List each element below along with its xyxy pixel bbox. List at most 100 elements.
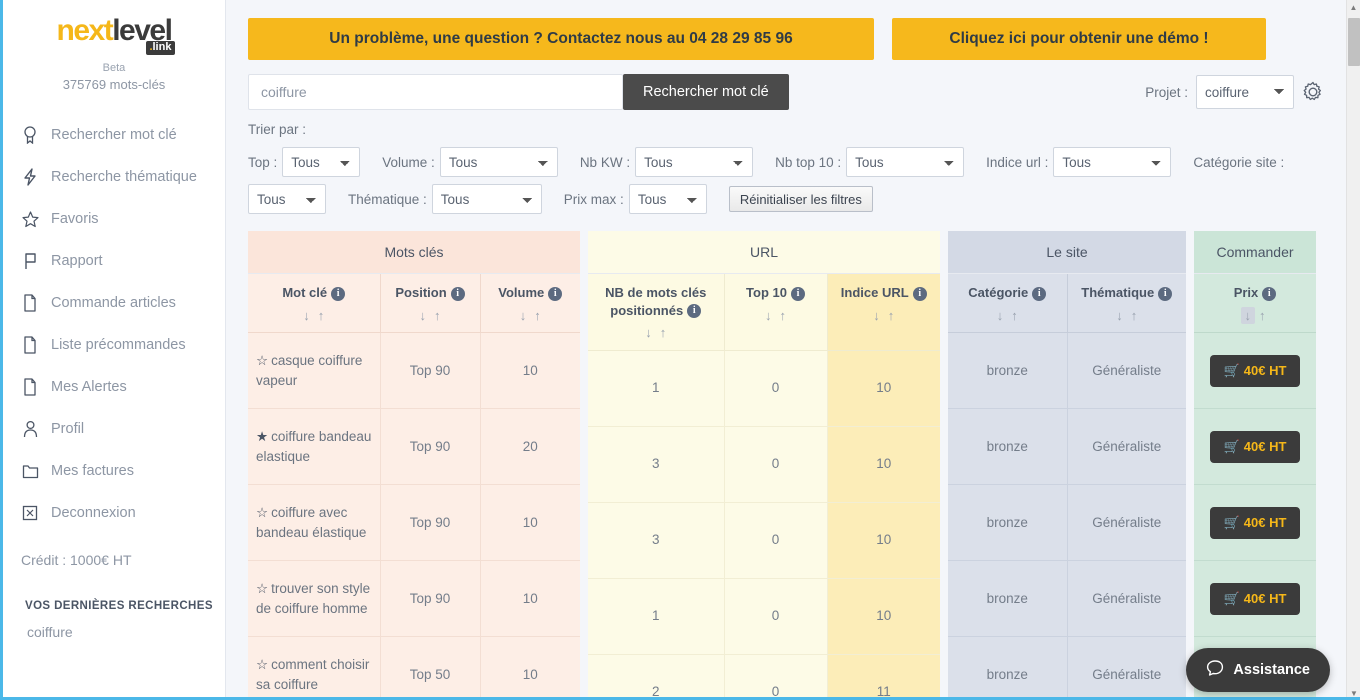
- col-mot-cle[interactable]: Mot clé i ↓ ↑: [248, 274, 381, 334]
- filter-thematique-select[interactable]: Tous: [431, 184, 542, 214]
- sort-asc[interactable]: ↑: [1007, 307, 1022, 324]
- order-button[interactable]: 🛒40€ HT: [1209, 506, 1301, 539]
- sort-asc[interactable]: ↑: [314, 307, 329, 324]
- sort-asc[interactable]: ↑: [1255, 307, 1270, 324]
- info-icon[interactable]: i: [687, 304, 702, 319]
- search-button[interactable]: Rechercher mot clé: [623, 74, 789, 110]
- table-row[interactable]: 1 0 10: [588, 350, 940, 427]
- page-scrollbar[interactable]: ▲ ▼: [1346, 0, 1360, 700]
- sidebar-item-liste-precommandes[interactable]: Liste précommandes: [3, 324, 225, 366]
- col-position[interactable]: Position i ↓ ↑: [380, 274, 481, 334]
- table-row[interactable]: 1 0 10: [588, 578, 940, 655]
- table-row[interactable]: ☆ comment choisir sa coiffure Top 50 10: [248, 636, 580, 700]
- sort-desc[interactable]: ↓: [761, 307, 776, 324]
- table-row[interactable]: 3 0 10: [588, 502, 940, 579]
- favorite-star-icon[interactable]: ☆: [256, 657, 268, 672]
- favorite-star-icon[interactable]: ☆: [256, 581, 268, 596]
- table-row[interactable]: 2 0 11: [588, 654, 940, 700]
- sort-asc[interactable]: ↑: [530, 307, 545, 324]
- table-row[interactable]: 3 0 10: [588, 426, 940, 503]
- sort-asc[interactable]: ↑: [884, 307, 899, 324]
- sort-asc[interactable]: ↑: [656, 324, 671, 341]
- filter-prixmax-select[interactable]: Tous: [628, 184, 707, 214]
- reset-filters-button[interactable]: Réinitialiser les filtres: [728, 186, 873, 212]
- favorite-star-icon[interactable]: ★: [256, 429, 268, 444]
- sort-asc[interactable]: ↑: [776, 307, 791, 324]
- col-top10[interactable]: Top 10 i ↓ ↑: [724, 274, 828, 351]
- info-icon[interactable]: i: [1158, 286, 1173, 301]
- sort-desc[interactable]: ↓: [993, 307, 1008, 324]
- sort-asc[interactable]: ↑: [430, 307, 445, 324]
- table-row[interactable]: ☆ trouver son style de coiffure homme Top …: [248, 560, 580, 638]
- sidebar-item-commande-articles[interactable]: Commande articles: [3, 282, 225, 324]
- table-row[interactable]: 🛒40€ HT: [1194, 408, 1316, 486]
- col-volume[interactable]: Volume i ↓ ↑: [480, 274, 580, 334]
- contact-banner[interactable]: Un problème, une question ? Contactez no…: [248, 18, 874, 60]
- info-icon[interactable]: i: [548, 286, 563, 301]
- table-row[interactable]: 🛒40€ HT: [1194, 332, 1316, 410]
- info-icon[interactable]: i: [912, 286, 927, 301]
- table-row[interactable]: 🛒40€ HT: [1194, 560, 1316, 638]
- table-row[interactable]: bronze Généraliste: [948, 560, 1186, 638]
- table-group-url: URL NB de mots clés positionnés i ↓ ↑ Top …: [588, 231, 940, 700]
- sidebar-item-deconnexion[interactable]: Deconnexion: [3, 492, 225, 534]
- recent-search-item[interactable]: coiffure: [3, 612, 225, 640]
- sort-desc[interactable]: ↓: [641, 324, 656, 341]
- col-prix[interactable]: Prix i ↓ ↑: [1194, 274, 1316, 334]
- filter-volume-select[interactable]: Tous: [439, 147, 558, 177]
- favorite-star-icon[interactable]: ☆: [256, 353, 268, 368]
- filter-categorie-site: Catégorie site :: [1193, 155, 1284, 170]
- table-row[interactable]: bronze Généraliste: [948, 484, 1186, 562]
- favorite-star-icon[interactable]: ☆: [256, 505, 268, 520]
- table-row[interactable]: ☆ coiffure avec bandeau élastique Top 90 10: [248, 484, 580, 562]
- search-input[interactable]: [248, 74, 623, 110]
- sidebar-item-rechercher-mot-cle[interactable]: Rechercher mot clé: [3, 114, 225, 156]
- sort-desc[interactable]: ↓: [299, 307, 314, 324]
- sidebar-item-recherche-thematique[interactable]: Recherche thématique: [3, 156, 225, 198]
- demo-banner[interactable]: Cliquez ici pour obtenir une démo !: [892, 18, 1266, 60]
- info-icon[interactable]: i: [1262, 286, 1277, 301]
- col-categorie[interactable]: Catégorie i ↓ ↑: [948, 274, 1068, 334]
- filter-top-select[interactable]: Tous: [282, 147, 361, 177]
- sort-desc[interactable]: ↓: [1112, 307, 1127, 324]
- table-row[interactable]: 🛒40€ HT: [1194, 484, 1316, 562]
- sidebar-item-mes-alertes[interactable]: Mes Alertes: [3, 366, 225, 408]
- sidebar-item-rapport[interactable]: Rapport: [3, 240, 225, 282]
- scroll-up-arrow[interactable]: ▲: [1347, 0, 1360, 14]
- sort-desc[interactable]: ↓: [1240, 306, 1255, 324]
- filter-indiceurl-select[interactable]: Tous: [1053, 147, 1172, 177]
- sidebar-item-mes-factures[interactable]: Mes factures: [3, 450, 225, 492]
- table-row[interactable]: bronze Généraliste: [948, 332, 1186, 410]
- table-row[interactable]: bronze Généraliste: [948, 408, 1186, 486]
- filter-nbkw-select[interactable]: Tous: [635, 147, 754, 177]
- info-icon[interactable]: i: [450, 286, 465, 301]
- info-icon[interactable]: i: [1032, 286, 1047, 301]
- sort-desc[interactable]: ↓: [516, 307, 531, 324]
- info-icon[interactable]: i: [331, 286, 346, 301]
- table-row[interactable]: ☆ casque coiffure vapeur Top 90 10: [248, 332, 580, 410]
- project-select[interactable]: coiffure: [1196, 75, 1294, 109]
- table-row[interactable]: bronze Généraliste: [948, 636, 1186, 700]
- info-icon[interactable]: i: [790, 286, 805, 301]
- scrollbar-thumb[interactable]: [1348, 18, 1360, 66]
- sidebar-item-label: Profil: [51, 421, 85, 437]
- filter-nbtop10-select[interactable]: Tous: [846, 147, 965, 177]
- recent-searches-title: VOS DERNIÈRES RECHERCHES: [25, 600, 213, 612]
- sort-desc[interactable]: ↓: [416, 307, 431, 324]
- sort-asc[interactable]: ↑: [1127, 307, 1142, 324]
- gear-icon[interactable]: [1302, 81, 1324, 103]
- table-row[interactable]: ★ coiffure bandeau elastique Top 90 20: [248, 408, 580, 486]
- sidebar-item-profil[interactable]: Profil: [3, 408, 225, 450]
- assistance-button[interactable]: Assistance: [1186, 648, 1330, 692]
- sort-desc[interactable]: ↓: [869, 307, 884, 324]
- col-nb-mots-positionnes[interactable]: NB de mots clés positionnés i ↓ ↑: [588, 274, 725, 351]
- col-thematique[interactable]: Thématique i ↓ ↑: [1067, 274, 1186, 334]
- logo[interactable]: nextlevel .link: [3, 0, 225, 55]
- sidebar-item-favoris[interactable]: Favoris: [3, 198, 225, 240]
- order-button[interactable]: 🛒40€ HT: [1209, 582, 1301, 615]
- filter-categorie-site-select[interactable]: Tous: [248, 184, 326, 214]
- order-button[interactable]: 🛒40€ HT: [1209, 354, 1301, 387]
- cell-prix: 🛒40€ HT: [1194, 332, 1316, 410]
- col-indice-url[interactable]: Indice URL i ↓ ↑: [827, 274, 940, 351]
- order-button[interactable]: 🛒40€ HT: [1209, 430, 1301, 463]
